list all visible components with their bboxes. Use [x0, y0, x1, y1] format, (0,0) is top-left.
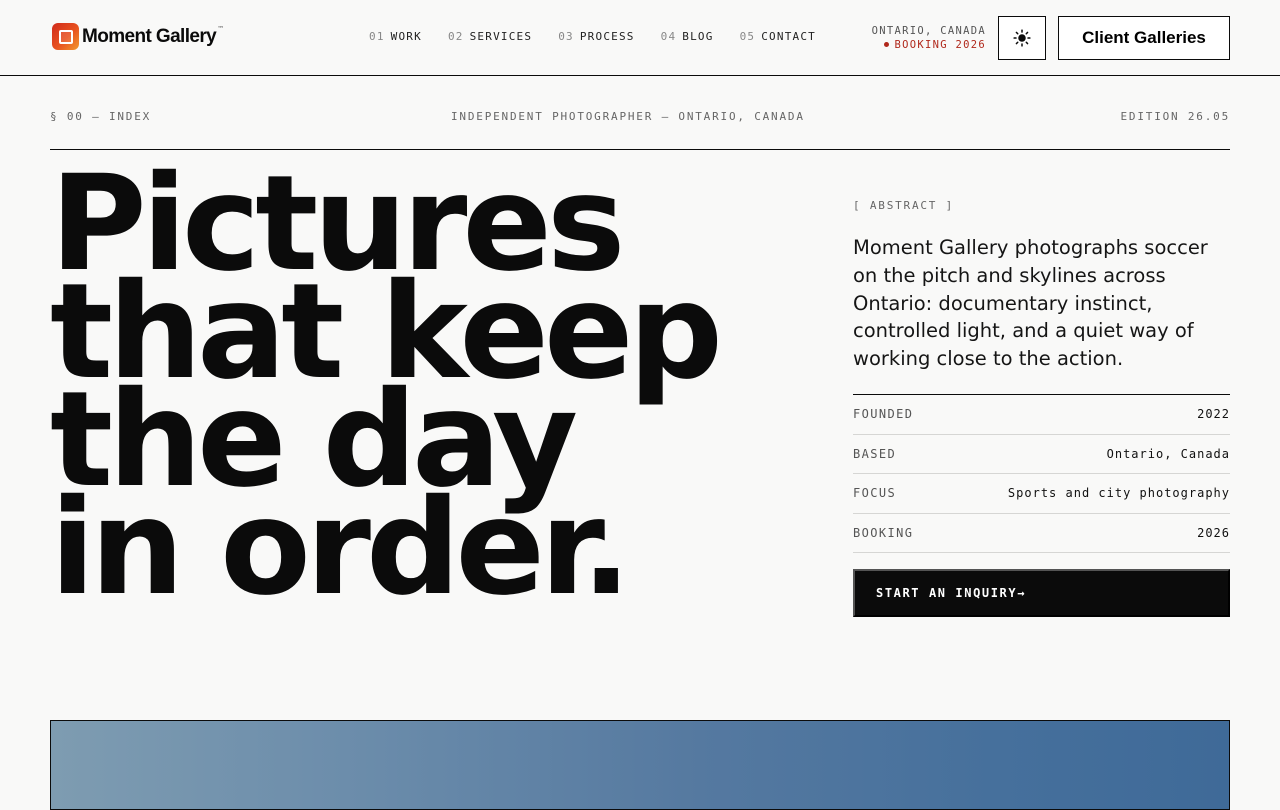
arrow-right-icon: →	[1017, 586, 1027, 600]
facts-table: FOUNDED 2022 BASED Ontario, Canada FOCUS Sp…	[853, 394, 1230, 553]
index-label: § 00 — INDEX	[50, 110, 152, 123]
main-nav: 01 WORK 02 SERVICES 03 PROCESS 04 BLOG 05 CON…	[369, 30, 816, 43]
location-status: ONTARIO, CANADA BOOKING 2026	[872, 24, 986, 52]
sun-icon	[1013, 29, 1031, 47]
edition-label: EDITION 26.05	[1120, 110, 1230, 123]
hero-headline: Pictures that keep the day in order.	[50, 158, 723, 625]
logo-mark-icon	[52, 23, 79, 50]
site-header: Moment Gallery ™ 01 WORK 02 SERVICES 03 PRO…	[0, 0, 1280, 76]
client-galleries-button[interactable]: Client Galleries	[1058, 16, 1230, 60]
booking-status: BOOKING 2026	[872, 38, 986, 52]
fact-row: FOCUS Sports and city photography	[853, 474, 1230, 514]
fact-row: BOOKING 2026	[853, 514, 1230, 553]
brand-logo[interactable]: Moment Gallery ™	[52, 23, 224, 50]
headline-line: in order.	[50, 471, 631, 625]
location-label: ONTARIO, CANADA	[871, 25, 986, 37]
abstract-text: Moment Gallery photographs soccer on the…	[853, 236, 1208, 371]
nav-item-blog[interactable]: 04 BLOG	[661, 30, 714, 43]
abstract-tag: [ ABSTRACT ]	[853, 199, 955, 212]
theme-toggle-button[interactable]	[998, 16, 1046, 60]
nav-item-process[interactable]: 03 PROCESS	[558, 30, 634, 43]
nav-item-services[interactable]: 02 SERVICES	[448, 30, 532, 43]
trademark-symbol: ™	[217, 24, 225, 33]
status-dot-icon	[883, 41, 889, 47]
fact-row: FOUNDED 2022	[853, 395, 1230, 435]
fact-row: BASED Ontario, Canada	[853, 435, 1230, 474]
start-inquiry-button[interactable]: START AN INQUIRY →	[853, 569, 1230, 617]
nav-item-contact[interactable]: 05 CONTACT	[740, 30, 816, 43]
nav-item-work[interactable]: 01 WORK	[369, 30, 422, 43]
cta-label: START AN INQUIRY	[876, 586, 1018, 600]
brand-name: Moment Gallery	[82, 25, 217, 47]
tagline: INDEPENDENT PHOTOGRAPHER — ONTARIO, CANA…	[451, 110, 805, 123]
hero-photo	[50, 720, 1230, 810]
